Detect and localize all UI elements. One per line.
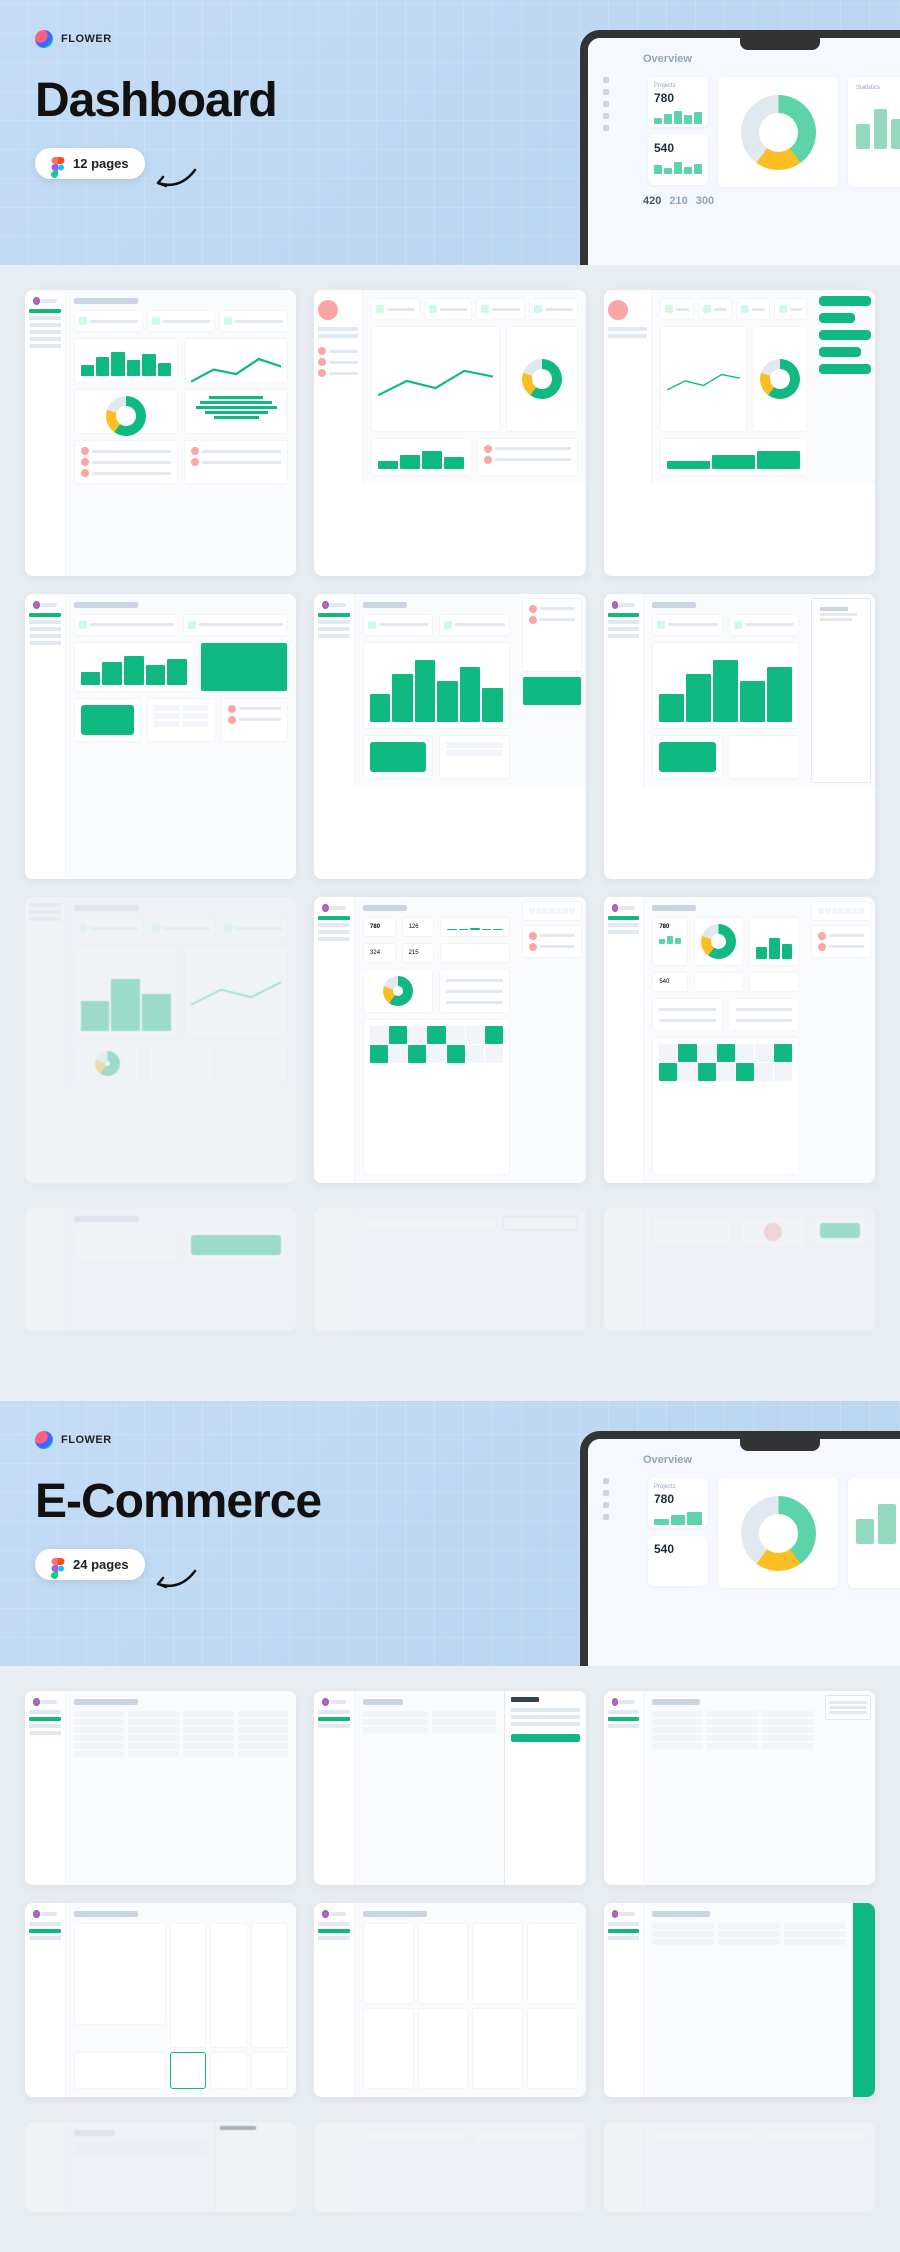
pages-badge[interactable]: 12 pages bbox=[35, 148, 145, 179]
thumbnail[interactable] bbox=[25, 290, 296, 576]
thumbnail[interactable] bbox=[314, 2122, 585, 2212]
arrow-icon bbox=[150, 165, 200, 195]
preview-stat: 540 bbox=[648, 135, 708, 185]
hero-dashboard: FLOWER Dashboard 12 pages Overview Proje… bbox=[0, 0, 900, 265]
thumbnail[interactable]: 780 540 bbox=[604, 897, 875, 1183]
thumbnail[interactable] bbox=[25, 1691, 296, 1885]
ecommerce-gallery bbox=[0, 1666, 900, 2122]
faded-row bbox=[0, 1208, 900, 1371]
thumbnail[interactable] bbox=[25, 2122, 296, 2212]
thumbnail[interactable] bbox=[604, 594, 875, 880]
device-preview: Overview Projects780 540 bbox=[580, 1431, 900, 1666]
thumbnail[interactable] bbox=[604, 1903, 875, 2097]
badge-text: 12 pages bbox=[73, 156, 129, 171]
thumbnail[interactable] bbox=[25, 1208, 296, 1331]
badge-text: 24 pages bbox=[73, 1557, 129, 1572]
thumbnail[interactable] bbox=[314, 1903, 585, 2097]
figma-icon bbox=[51, 157, 65, 171]
preview-bars: Statistics bbox=[848, 77, 900, 187]
device-preview: Overview Projects 780 540 bbox=[580, 30, 900, 265]
arrow-icon bbox=[150, 1566, 200, 1596]
thumbnail[interactable] bbox=[314, 1208, 585, 1331]
thumbnail[interactable] bbox=[604, 1208, 875, 1331]
brand-name: FLOWER bbox=[61, 1434, 112, 1446]
preview-header: Overview bbox=[643, 53, 900, 65]
thumbnail[interactable] bbox=[604, 2122, 875, 2212]
dashboard-gallery: 780126 324215 780 540 bbox=[0, 265, 900, 1208]
flower-icon bbox=[35, 1431, 53, 1449]
pages-badge[interactable]: 24 pages bbox=[35, 1549, 145, 1580]
preview-header: Overview bbox=[643, 1454, 900, 1466]
thumbnail[interactable] bbox=[25, 897, 296, 1183]
thumbnail[interactable] bbox=[604, 290, 875, 576]
preview-donut bbox=[718, 77, 838, 187]
figma-icon bbox=[51, 1558, 65, 1572]
faded-row-2 bbox=[0, 2122, 900, 2252]
brand-name: FLOWER bbox=[61, 33, 112, 45]
thumbnail[interactable] bbox=[314, 594, 585, 880]
preview-sidebar bbox=[603, 77, 638, 131]
thumbnail[interactable] bbox=[604, 1691, 875, 1885]
hero-ecommerce: FLOWER E-Commerce 24 pages Overview Proj… bbox=[0, 1401, 900, 1666]
thumbnail[interactable] bbox=[314, 1691, 585, 1885]
flower-icon bbox=[35, 30, 53, 48]
thumbnail[interactable] bbox=[25, 1903, 296, 2097]
thumbnail[interactable] bbox=[314, 290, 585, 576]
thumbnail[interactable] bbox=[25, 594, 296, 880]
preview-stat: Projects 780 bbox=[648, 77, 708, 127]
thumbnail[interactable]: 780126 324215 bbox=[314, 897, 585, 1183]
